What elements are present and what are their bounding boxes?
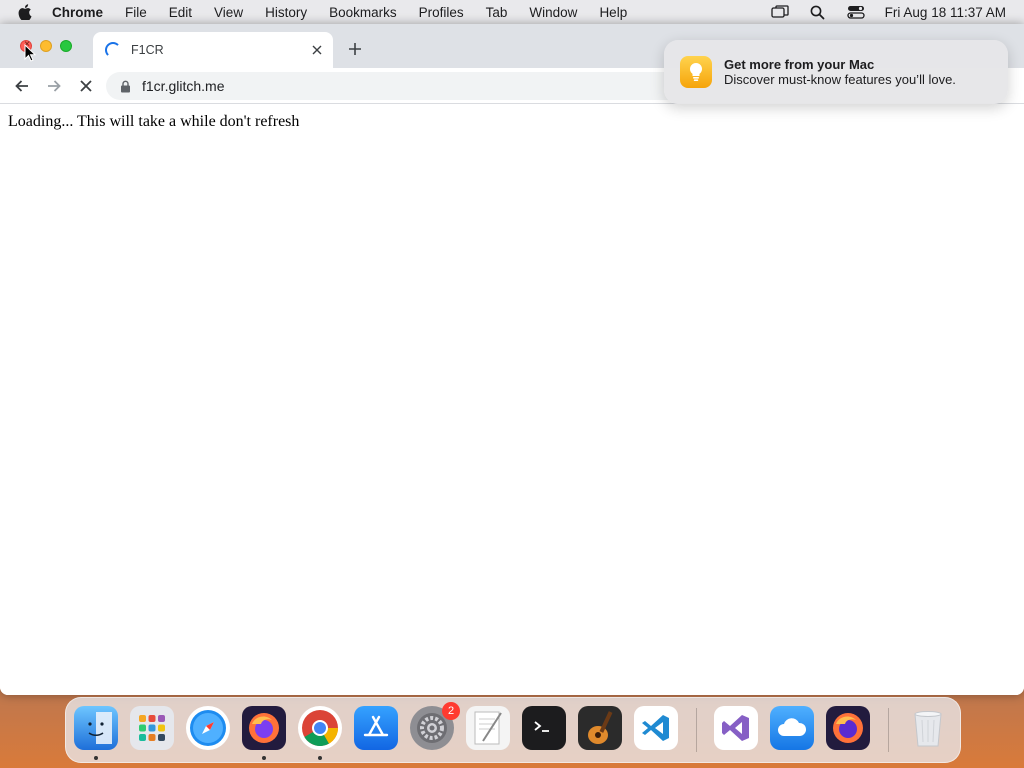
dock-garageband-icon[interactable] [578,706,622,750]
tab-title: F1CR [131,43,164,57]
menu-chrome[interactable]: Chrome [52,5,103,20]
dock-firefox-nightly-icon[interactable] [826,706,870,750]
menu-edit[interactable]: Edit [169,5,192,20]
dock-trash-icon[interactable] [906,706,950,750]
back-button[interactable] [10,74,34,98]
menu-file[interactable]: File [125,5,147,20]
dock-launchpad-icon[interactable] [130,706,174,750]
menu-window[interactable]: Window [529,5,577,20]
dock-separator [696,708,697,752]
dock-visual-studio-icon[interactable] [714,706,758,750]
menu-view[interactable]: View [214,5,243,20]
spotlight-search-icon[interactable] [809,4,827,20]
new-tab-button[interactable] [344,38,366,60]
dock-chrome-icon[interactable] [298,706,342,750]
dock-firefox-icon[interactable] [242,706,286,750]
stop-loading-button[interactable] [74,74,98,98]
dock-vscode-icon[interactable] [634,706,678,750]
menu-history[interactable]: History [265,5,307,20]
menubar-clock[interactable]: Fri Aug 18 11:37 AM [885,5,1006,20]
tab-close-icon[interactable] [307,40,327,60]
mouse-pointer-icon [24,43,37,62]
lock-icon[interactable] [120,79,132,93]
tips-lightbulb-icon [680,56,712,88]
control-center-icon[interactable] [847,4,865,20]
dock-terminal-icon[interactable] [522,706,566,750]
notification-title: Get more from your Mac [724,57,875,72]
menu-tab[interactable]: Tab [486,5,508,20]
browser-tab[interactable]: F1CR [93,32,333,68]
stop-icon [80,80,92,92]
forward-button[interactable] [42,74,66,98]
dock: 2 [65,697,961,763]
apple-menu-icon[interactable] [18,4,36,20]
notification-badge: 2 [442,702,460,720]
menu-bar: Chrome File Edit View History Bookmarks … [0,0,1024,24]
dock-separator [888,708,889,752]
menu-bookmarks[interactable]: Bookmarks [329,5,397,20]
loading-message: Loading... This will take a while don't … [8,113,300,130]
url-text[interactable]: f1cr.glitch.me [142,78,224,94]
dock-finder-icon[interactable] [74,706,118,750]
dock-running-indicator [94,756,98,760]
menu-profiles[interactable]: Profiles [419,5,464,20]
dock-running-indicator [318,756,322,760]
loading-spinner-icon [105,42,121,58]
window-minimize-button[interactable] [40,40,52,52]
dock-cloud-icon[interactable] [770,706,814,750]
notification-banner[interactable]: Get more from your Mac Discover must-kno… [664,40,1008,104]
arrow-left-icon [15,80,28,92]
window-zoom-button[interactable] [60,40,72,52]
arrow-right-icon [48,80,61,92]
page-content: Loading... This will take a while don't … [0,105,1024,695]
browser-window: × F1CR f1cr.glitch.me Loading... This wi… [0,24,1024,695]
notification-body: Discover must-know features you’ll love. [724,72,956,87]
dock-textedit-icon[interactable] [466,706,510,750]
menu-help[interactable]: Help [599,5,627,20]
dock-running-indicator [262,756,266,760]
dock-app-store-icon[interactable] [354,706,398,750]
dock-safari-icon[interactable] [186,706,230,750]
screen-mirroring-icon[interactable] [771,4,789,20]
